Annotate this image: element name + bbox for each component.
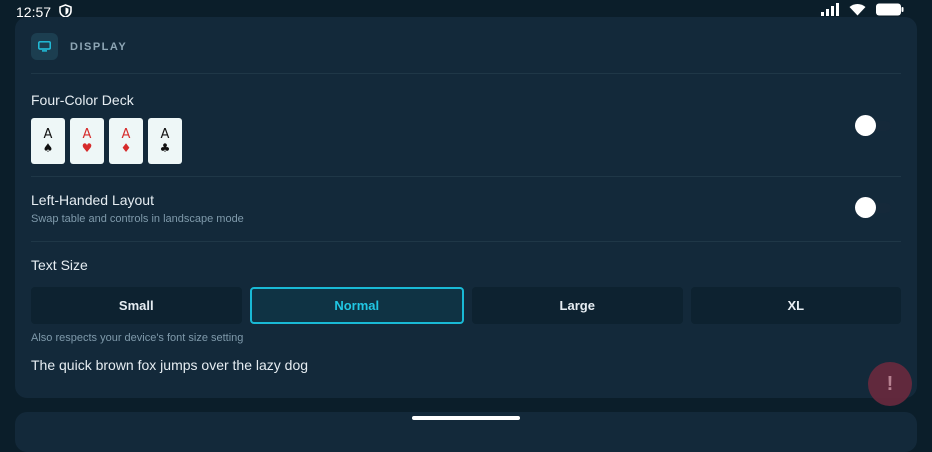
left-handed-subtitle: Swap table and controls in landscape mod…	[31, 213, 244, 225]
text-size-selector: Small Normal Large XL	[31, 287, 901, 324]
left-handed-label: Left-Handed Layout	[31, 192, 154, 208]
card-suit: ♦	[120, 141, 132, 155]
card-suit: ♣	[159, 141, 171, 155]
text-size-label: Text Size	[31, 257, 88, 273]
text-size-small-button[interactable]: Small	[31, 287, 242, 324]
monitor-icon	[31, 33, 58, 60]
text-size-note: Also respects your device's font size se…	[31, 332, 244, 344]
display-settings-card: DISPLAY Four-Color Deck A ♠ A ♥ A ♦ A ♣ Left-Ha…	[15, 17, 917, 398]
card-rank: A	[160, 127, 170, 142]
four-color-deck-toggle[interactable]	[855, 115, 891, 136]
divider	[31, 176, 901, 177]
text-size-sample: The quick brown fox jumps over the lazy …	[31, 357, 309, 373]
card-rank: A	[82, 127, 92, 142]
section-header: DISPLAY	[31, 33, 127, 60]
four-color-deck-label: Four-Color Deck	[31, 92, 134, 108]
text-size-xl-button[interactable]: XL	[690, 287, 901, 324]
alert-icon: !	[886, 372, 894, 395]
section-title: DISPLAY	[70, 40, 128, 53]
toggle-thumb	[855, 197, 876, 218]
playing-card: A ♣	[148, 118, 182, 164]
text-size-large-button[interactable]: Large	[472, 287, 683, 324]
card-rank: A	[121, 127, 131, 142]
playing-card: A ♦	[109, 118, 143, 164]
playing-card: A ♥	[70, 118, 104, 164]
home-indicator[interactable]	[412, 416, 520, 420]
text-size-normal-button[interactable]: Normal	[249, 287, 464, 324]
card-preview: A ♠ A ♥ A ♦ A ♣	[31, 118, 182, 164]
left-handed-toggle[interactable]	[855, 197, 891, 218]
card-suit: ♥	[81, 141, 93, 155]
divider	[31, 73, 901, 74]
card-suit: ♠	[42, 141, 54, 155]
toggle-thumb	[855, 115, 876, 136]
playing-card: A ♠	[31, 118, 65, 164]
alert-button[interactable]: !	[868, 362, 912, 406]
divider	[31, 241, 901, 242]
card-rank: A	[43, 127, 53, 142]
